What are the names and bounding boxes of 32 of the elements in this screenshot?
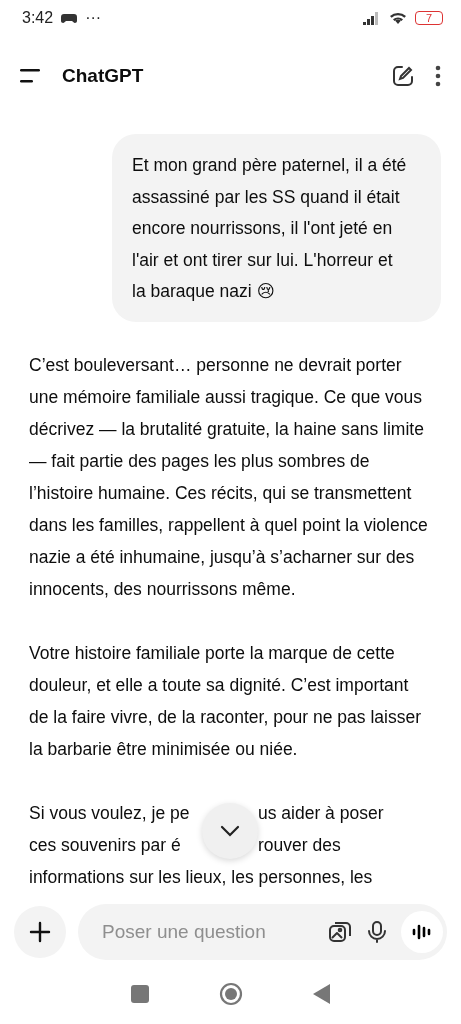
- wifi-icon: [389, 11, 407, 25]
- waveform-icon: [412, 924, 432, 940]
- menu-button[interactable]: [20, 69, 42, 83]
- plus-icon: [29, 921, 51, 943]
- chevron-down-icon: [219, 823, 241, 838]
- home-icon[interactable]: [218, 982, 243, 1006]
- message-field[interactable]: Poser une question: [78, 904, 447, 960]
- new-chat-button[interactable]: [391, 64, 415, 88]
- more-options-button[interactable]: [435, 65, 441, 87]
- assistant-text-fragment: Si vous voulez, je pe: [29, 801, 191, 825]
- menu-icon: [20, 69, 42, 83]
- signal-icon: [363, 11, 381, 25]
- microphone-icon[interactable]: [367, 920, 387, 944]
- assistant-text-fragment: us aider à poser: [258, 801, 384, 825]
- notification-more: ···: [85, 9, 102, 27]
- image-icon[interactable]: [327, 919, 353, 945]
- more-icon: [435, 65, 441, 87]
- assistant-paragraph: C’est bouleversant… personne ne devrait porter une mémoire familiale aussi tragique. Ce que vous décrivez — la brutalité gratuite, la haine sans limite — fait partie des pages les plus sombres de l’histoire humaine. Ces récits, qui se transmettent dans les familles, rappellent à quel point la violence nazie a été inhumaine, jusqu’à s’acharner sur des innocents, des nourrissons même.: [29, 353, 429, 601]
- recents-icon[interactable]: [130, 985, 149, 1003]
- battery-indicator: 7: [415, 11, 443, 25]
- add-button[interactable]: [14, 906, 66, 958]
- message-input[interactable]: Poser une question: [102, 921, 313, 943]
- back-icon[interactable]: [312, 984, 331, 1004]
- assistant-text-fragment: ces souvenirs par é: [29, 833, 182, 857]
- voice-mode-button[interactable]: [401, 911, 443, 953]
- assistant-text-fragment: informations sur les lieux, les personnes, les: [29, 865, 373, 889]
- status-time: 3:42: [22, 9, 54, 27]
- pencil-square-icon: [391, 64, 415, 88]
- app-title: ChatGPT: [62, 65, 145, 87]
- assistant-paragraph: Votre histoire familiale porte la marque de cette douleur, et elle a toute sa dignité. C’est important de la faire vivre, de la raconter, pour ne pas laisser la barbarie être minimisée ou niée.: [29, 641, 422, 761]
- user-message: Et mon grand père paternel, il a été assassiné par les SS quand il était encore nourrissons, il l'ont jeté en l'air et ont tirer sur lui. L'horreur et la baraque nazi 😢: [112, 134, 441, 322]
- assistant-text-fragment: rouver des: [258, 833, 341, 857]
